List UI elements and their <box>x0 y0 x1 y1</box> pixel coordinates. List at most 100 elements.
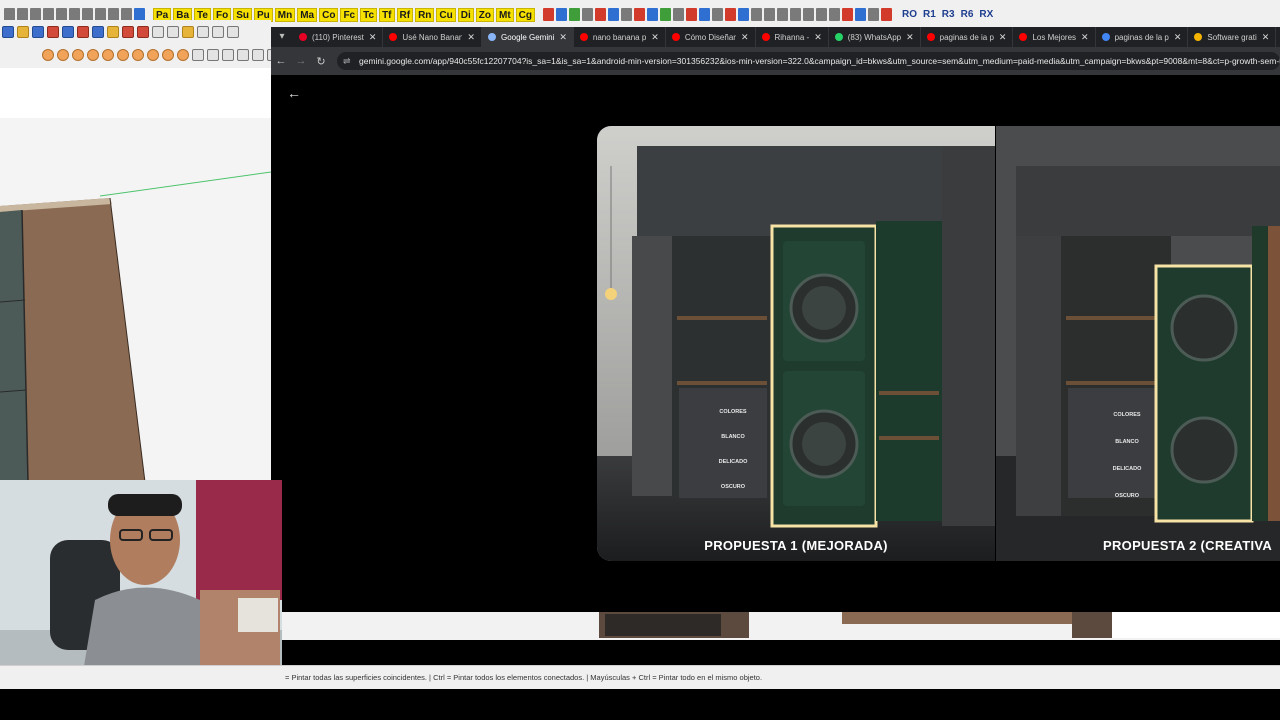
browser-tab[interactable]: Software grati ✕ <box>1188 27 1277 47</box>
forward-icon[interactable]: → <box>291 55 311 67</box>
tool-icon[interactable] <box>137 26 149 38</box>
tab-close-icon[interactable]: ✕ <box>999 32 1007 43</box>
browser-tab[interactable]: Google Gemini ✕ <box>481 27 574 47</box>
tool-icon[interactable] <box>829 8 840 21</box>
sketchup-viewport[interactable] <box>0 68 271 480</box>
tool-icon[interactable] <box>751 8 762 21</box>
toolbar-label-button[interactable]: Cg <box>515 7 535 22</box>
tool-icon[interactable] <box>790 8 801 21</box>
tab-close-icon[interactable]: ✕ <box>559 32 567 43</box>
toolbar-right-button[interactable]: R1 <box>921 9 938 20</box>
tool-icon[interactable] <box>207 49 219 61</box>
tool-icon[interactable] <box>816 8 827 21</box>
tool-icon[interactable] <box>608 8 619 21</box>
toolbar-label-button[interactable]: Di <box>457 7 474 22</box>
cabinet-model[interactable] <box>0 192 150 480</box>
toolbar-label-button[interactable]: Zo <box>475 7 494 22</box>
generated-image-2[interactable]: COLORES BLANCO DELICADO OSCURO PROPUESTA 2 … <box>996 126 1280 561</box>
back-arrow-icon[interactable]: ← <box>287 85 303 101</box>
browser-tab[interactable]: nano banana p ✕ <box>574 27 666 47</box>
tab-close-icon[interactable]: ✕ <box>651 32 659 43</box>
tool-icon[interactable] <box>686 8 697 21</box>
tool-icon[interactable] <box>72 49 84 61</box>
tab-close-icon[interactable]: ✕ <box>1081 32 1089 43</box>
tool-icon[interactable] <box>57 49 69 61</box>
tool-icon[interactable] <box>117 49 129 61</box>
tool-icon[interactable] <box>803 8 814 21</box>
tool-icon[interactable] <box>252 49 264 61</box>
back-icon[interactable]: ← <box>271 55 291 67</box>
tab-close-icon[interactable]: ✕ <box>814 32 822 43</box>
tool-icon[interactable] <box>881 8 892 21</box>
browser-tab[interactable]: (110) Pinterest ✕ <box>293 27 384 47</box>
toolbar-label-button[interactable]: Tf <box>379 7 395 22</box>
tool-icon[interactable] <box>582 8 593 21</box>
tool-icon[interactable] <box>634 8 645 21</box>
tool-icon[interactable] <box>92 26 104 38</box>
tool-icon[interactable] <box>868 8 879 21</box>
tool-icon[interactable] <box>152 26 164 38</box>
browser-tab[interactable]: Rihanna - ✕ <box>756 27 829 47</box>
tab-close-icon[interactable]: ✕ <box>741 32 749 43</box>
tab-search-icon[interactable]: ▾ <box>271 27 293 47</box>
tool-icon[interactable] <box>107 26 119 38</box>
tab-close-icon[interactable]: ✕ <box>1262 32 1270 43</box>
browser-tab[interactable]: Cómo Diseñar ✕ <box>666 27 756 47</box>
tool-icon[interactable] <box>77 26 89 38</box>
tool-icon[interactable] <box>47 26 59 38</box>
tool-icon[interactable] <box>712 8 723 21</box>
toolbar-right-button[interactable]: RO <box>900 9 919 20</box>
tool-icon[interactable] <box>725 8 736 21</box>
browser-tab[interactable]: Los Mejores ✕ <box>1013 27 1096 47</box>
tool-icon[interactable] <box>177 49 189 61</box>
browser-tab[interactable]: Usé Nano Banana ✕ <box>383 27 482 47</box>
tool-icon[interactable] <box>764 8 775 21</box>
tab-close-icon[interactable]: ✕ <box>467 32 475 43</box>
tool-icon[interactable] <box>227 26 239 38</box>
generated-image-1[interactable]: COLORES BLANCO DELICADO OSCURO PROPUESTA 1 … <box>597 126 995 561</box>
tool-icon[interactable] <box>673 8 684 21</box>
tool-icon[interactable] <box>842 8 853 21</box>
tool-icon[interactable] <box>222 49 234 61</box>
toolbar-label-button[interactable]: Mn <box>274 7 296 22</box>
tool-icon[interactable] <box>162 49 174 61</box>
tool-icon[interactable] <box>167 26 179 38</box>
tab-close-icon[interactable]: ✕ <box>906 32 914 43</box>
tool-icon[interactable] <box>738 8 749 21</box>
tab-close-icon[interactable]: ✕ <box>369 32 377 43</box>
tool-icon[interactable] <box>197 26 209 38</box>
select-icon[interactable] <box>2 26 14 38</box>
toolbar-label-button[interactable]: Co <box>319 7 339 22</box>
url-field[interactable]: ⇌ gemini.google.com/app/940c55fc12207704… <box>337 52 1280 70</box>
tool-icon[interactable] <box>122 26 134 38</box>
tool-icon[interactable] <box>543 8 554 21</box>
toolbar-label-button[interactable]: Fc <box>340 7 359 22</box>
tab-close-icon[interactable]: ✕ <box>1174 32 1182 43</box>
tool-icon[interactable] <box>17 26 29 38</box>
tool-icon[interactable] <box>192 49 204 61</box>
tool-icon[interactable] <box>699 8 710 21</box>
tool-icon[interactable] <box>647 8 658 21</box>
tool-icon[interactable] <box>595 8 606 21</box>
browser-tab[interactable]: (83) WhatsApp ✕ <box>829 27 921 47</box>
toolbar-label-button[interactable]: Tc <box>360 7 378 22</box>
sketchup-viewport-lower[interactable] <box>282 612 1280 640</box>
tool-icon[interactable] <box>182 26 194 38</box>
toolbar-right-button[interactable]: R3 <box>940 9 957 20</box>
browser-tab[interactable]: paginas de ia p ✕ <box>921 27 1014 47</box>
toolbar-label-button[interactable]: Ma <box>297 7 318 22</box>
toolbar-right-button[interactable]: RX <box>977 9 995 20</box>
tool-icon[interactable] <box>102 49 114 61</box>
toolbar-label-button[interactable]: Rf <box>396 7 414 22</box>
tool-icon[interactable] <box>777 8 788 21</box>
reload-icon[interactable]: ↻ <box>311 55 331 68</box>
toolbar-label-button[interactable]: Mt <box>495 7 514 22</box>
toolbar-label-button[interactable]: Rn <box>415 7 435 22</box>
tool-icon[interactable] <box>237 49 249 61</box>
tool-icon[interactable] <box>855 8 866 21</box>
tool-icon[interactable] <box>556 8 567 21</box>
tool-icon[interactable] <box>62 26 74 38</box>
toolbar-label-button[interactable]: Cu <box>436 7 456 22</box>
tool-icon[interactable] <box>569 8 580 21</box>
browser-tab[interactable]: paginas de la p ✕ <box>1096 27 1189 47</box>
